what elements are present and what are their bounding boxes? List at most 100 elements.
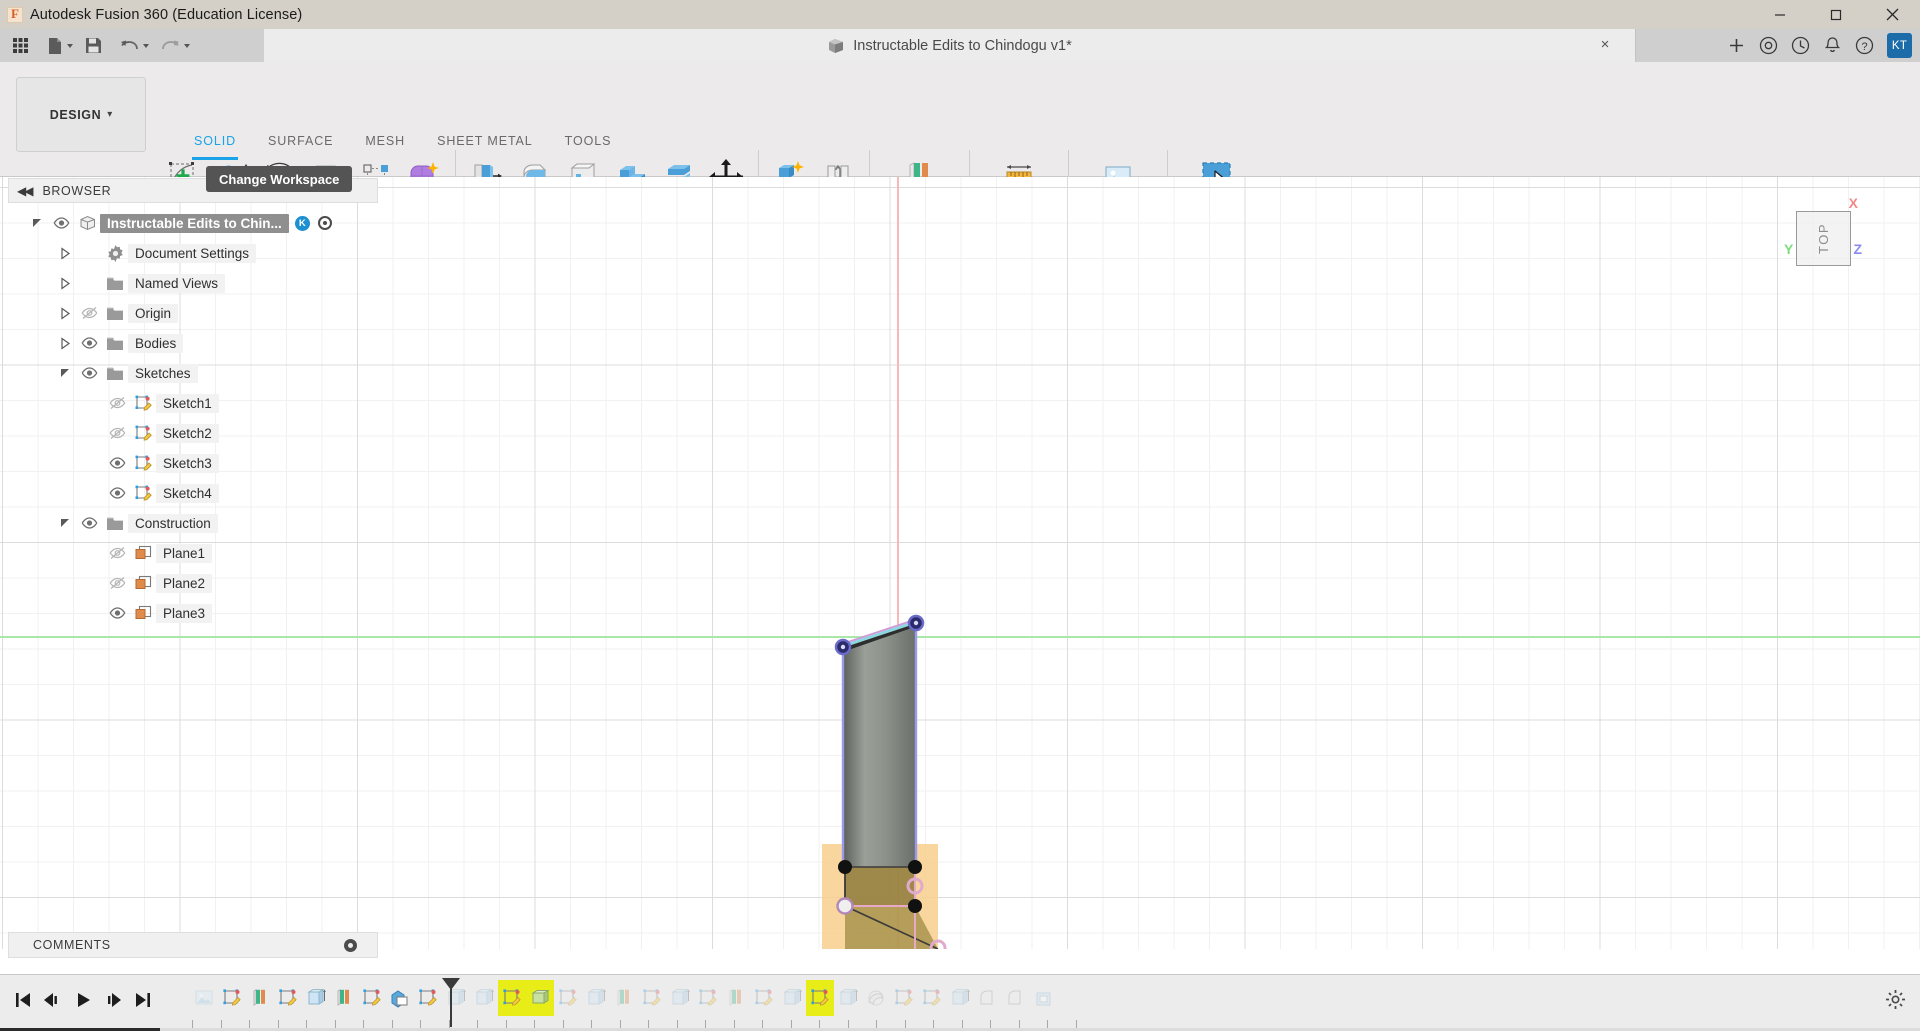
clock-history-icon[interactable] [1785,31,1815,61]
new-file-icon[interactable] [41,32,79,59]
save-icon[interactable] [79,32,108,59]
tree-item-instructable-edits-to-chin[interactable]: Instructable Edits to Chin... K [8,208,378,238]
timeline-node-thicken[interactable] [526,980,554,1016]
timeline-node-sketch[interactable] [638,980,666,1016]
axis-line-x [0,636,1920,638]
double-left-arrow-icon[interactable]: ◀◀ [17,184,34,198]
eye-hidden-icon[interactable] [104,426,130,440]
timeline-node-revolve[interactable] [862,980,890,1016]
tree-item-document-settings[interactable]: Document Settings [8,238,378,268]
notification-bell-icon[interactable] [1817,31,1847,61]
timeline-node-sketch[interactable] [890,980,918,1016]
timeline-node-canvas-image[interactable] [190,980,218,1016]
tree-item-plane3[interactable]: Plane3 [8,598,378,628]
document-cube-icon [829,38,844,53]
eye-hidden-icon[interactable] [76,306,102,320]
timeline-node-plane[interactable] [610,980,638,1016]
tree-item-construction[interactable]: Construction [8,508,378,538]
timeline-node-extrude[interactable] [666,980,694,1016]
workspace-selector[interactable]: DESIGN ▾ [16,77,146,152]
step-forward-icon[interactable] [98,985,128,1015]
timeline-node-sketch[interactable] [554,980,582,1016]
tree-item-sketch2[interactable]: Sketch2 [8,418,378,448]
eye-visible-icon[interactable] [76,336,102,350]
tree-item-origin[interactable]: Origin [8,298,378,328]
play-icon[interactable] [68,985,98,1015]
tree-expander-collapsed-icon[interactable] [54,276,76,290]
eye-visible-icon[interactable] [76,366,102,380]
eye-hidden-icon[interactable] [104,396,130,410]
tree-expander-collapsed-icon[interactable] [54,336,76,350]
timeline-node-sketch[interactable] [806,980,834,1016]
eye-hidden-icon[interactable] [104,546,130,560]
minimize-icon[interactable] [1752,0,1808,29]
tree-expander-expanded-icon[interactable] [54,367,76,380]
tree-item-sketch1[interactable]: Sketch1 [8,388,378,418]
chevron-down-icon[interactable] [143,43,149,48]
step-back-icon[interactable] [38,985,68,1015]
timeline-node-extrude[interactable] [946,980,974,1016]
timeline-node-extrude[interactable] [834,980,862,1016]
avatar[interactable]: KT [1887,33,1912,58]
jump-to-beginning-icon[interactable] [8,985,38,1015]
chevron-down-icon[interactable] [184,43,190,48]
jump-to-end-icon[interactable] [128,985,158,1015]
eye-hidden-icon[interactable] [104,576,130,590]
document-tab[interactable]: Instructable Edits to Chindogu v1* [827,37,1072,55]
eye-visible-icon[interactable] [104,606,130,620]
view-cube-face[interactable]: TOP [1796,211,1851,266]
tree-item-plane2[interactable]: Plane2 [8,568,378,598]
component-activate-radio[interactable] [317,216,332,230]
timeline-node-rigid-group[interactable] [386,980,414,1016]
close-document-tab-button[interactable]: × [1597,37,1613,53]
undo-icon[interactable] [114,32,155,59]
add-tab-button[interactable] [1721,31,1751,61]
tree-expander-collapsed-icon[interactable] [54,306,76,320]
app-grid-icon[interactable] [6,32,35,59]
view-cube-face-label: TOP [1816,223,1831,254]
view-cube[interactable]: TOP X Y Z [1770,185,1880,295]
timeline-node-sketch[interactable] [274,980,302,1016]
eye-visible-icon[interactable] [48,216,74,230]
timeline-node-extrude[interactable] [302,980,330,1016]
eye-visible-icon[interactable] [104,456,130,470]
timeline-node-plane[interactable] [330,980,358,1016]
help-question-icon[interactable]: ? [1849,31,1879,61]
maximize-icon[interactable] [1808,0,1864,29]
close-icon[interactable] [1864,0,1920,29]
tree-item-sketch4[interactable]: Sketch4 [8,478,378,508]
tree-expander-expanded-icon[interactable] [54,517,76,530]
tree-expander-expanded-icon[interactable] [26,217,48,230]
chevron-down-icon[interactable] [67,43,73,48]
comments-panel[interactable]: COMMENTS [8,932,378,958]
timeline-node-extrude[interactable] [470,980,498,1016]
folder-icon [102,276,128,291]
timeline-node-sketch[interactable] [750,980,778,1016]
redo-icon[interactable] [155,32,196,59]
timeline-node-sketch[interactable] [218,980,246,1016]
tree-item-sketches[interactable]: Sketches [8,358,378,388]
timeline-node-extrude[interactable] [582,980,610,1016]
timeline-node-plane[interactable] [722,980,750,1016]
eye-visible-icon[interactable] [104,486,130,500]
timeline-node-sketch[interactable] [414,980,442,1016]
tree-expander-collapsed-icon[interactable] [54,246,76,260]
timeline-node-extrude[interactable] [778,980,806,1016]
tree-item-plane1[interactable]: Plane1 [8,538,378,568]
help-circle-icon[interactable] [1753,31,1783,61]
timeline-node-sketch[interactable] [694,980,722,1016]
tree-item-named-views[interactable]: Named Views [8,268,378,298]
tree-item-bodies[interactable]: Bodies [8,328,378,358]
timeline-playhead[interactable] [442,978,460,1027]
timeline-node-sketch[interactable] [918,980,946,1016]
timeline-node-shell[interactable] [1030,980,1058,1016]
timeline-node-fillet[interactable] [974,980,1002,1016]
timeline-node-sketch[interactable] [498,980,526,1016]
timeline-node-fillet[interactable] [1002,980,1030,1016]
timeline-node-plane[interactable] [246,980,274,1016]
timeline-settings-gear-icon[interactable] [1885,989,1906,1015]
comments-toggle-icon[interactable] [344,938,357,952]
eye-visible-icon[interactable] [76,516,102,530]
timeline-node-sketch[interactable] [358,980,386,1016]
tree-item-sketch3[interactable]: Sketch3 [8,448,378,478]
